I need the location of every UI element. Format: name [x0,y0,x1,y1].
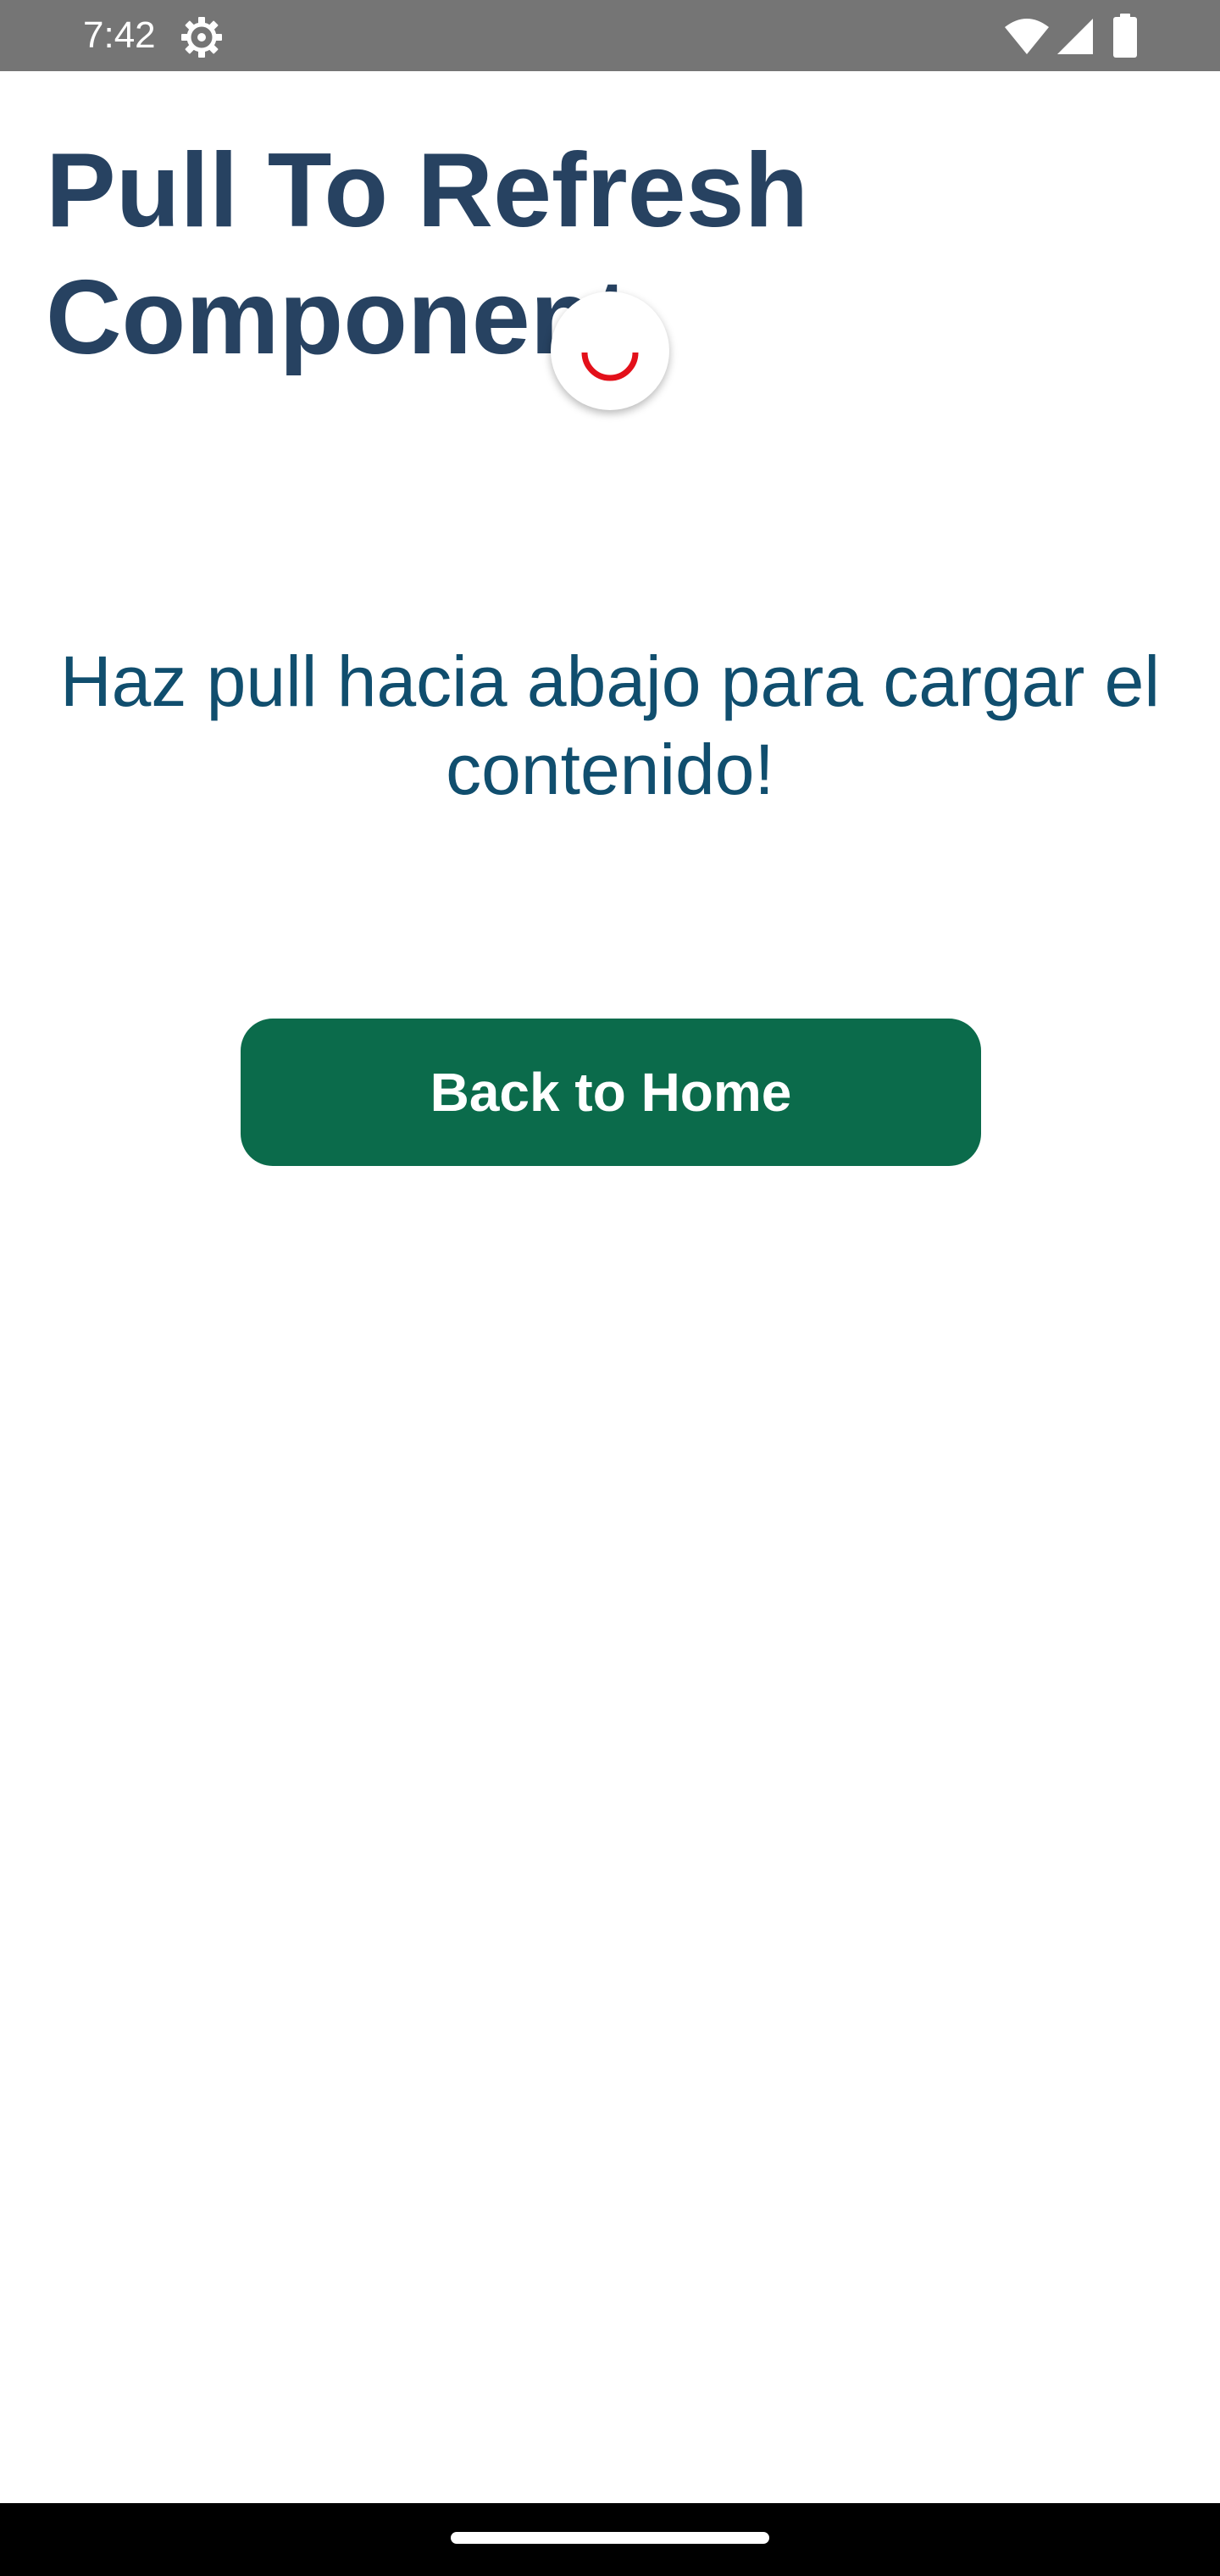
settings-icon [180,15,224,59]
home-indicator[interactable] [451,2532,769,2544]
page-title: Pull To Refresh Component [46,132,809,376]
loading-spinner-icon [581,352,639,381]
signal-icon [1056,17,1095,56]
wifi-icon [1003,17,1051,56]
navigation-bar [0,2503,1220,2576]
battery-icon [1113,14,1137,58]
status-bar: 7:42 [0,0,1220,71]
pull-to-refresh-indicator [551,291,669,410]
pull-instruction-text: Haz pull hacia abajo para cargar el cont… [59,641,1161,809]
back-to-home-button[interactable]: Back to Home [241,1019,981,1166]
status-time: 7:42 [83,14,156,56]
